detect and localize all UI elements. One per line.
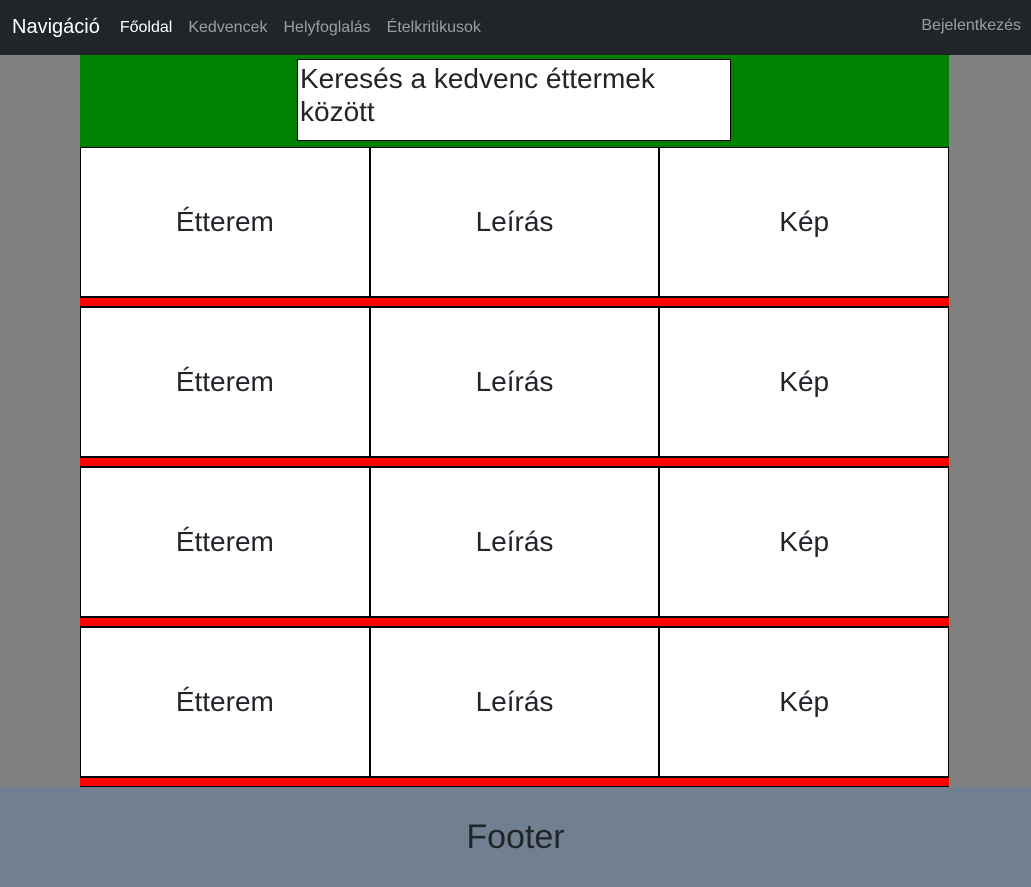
- row-separator: [80, 457, 949, 467]
- search-input[interactable]: Keresés a kedvenc éttermek között: [297, 59, 731, 141]
- image-cell: Kép: [659, 147, 950, 297]
- image-cell: Kép: [659, 467, 950, 617]
- description-cell: Leírás: [369, 147, 660, 297]
- row-separator: [80, 617, 949, 627]
- description-cell: Leírás: [369, 467, 660, 617]
- table-row: Étterem Leírás Kép: [80, 147, 950, 297]
- navbar: Navigáció Főoldal Kedvencek Helyfoglalás…: [0, 0, 1031, 55]
- nav-link-food-critics[interactable]: Ételkritikusok: [387, 19, 481, 37]
- table-row: Étterem Leírás Kép: [80, 307, 950, 457]
- image-cell: Kép: [659, 627, 950, 777]
- main-content: Keresés a kedvenc éttermek között Éttere…: [80, 55, 950, 787]
- table-row: Étterem Leírás Kép: [80, 627, 950, 777]
- search-header: Keresés a kedvenc éttermek között: [80, 55, 949, 147]
- table-row: Étterem Leírás Kép: [80, 467, 950, 617]
- description-cell: Leírás: [369, 307, 660, 457]
- restaurant-cell: Étterem: [80, 307, 370, 457]
- restaurant-cell: Étterem: [80, 627, 370, 777]
- restaurant-cell: Étterem: [80, 467, 370, 617]
- footer-text: Footer: [466, 817, 565, 856]
- row-separator: [80, 297, 949, 307]
- row-separator: [80, 777, 949, 787]
- nav-link-home[interactable]: Főoldal: [120, 19, 172, 37]
- description-cell: Leírás: [369, 627, 660, 777]
- nav-link-reservation[interactable]: Helyfoglalás: [283, 19, 370, 37]
- navbar-brand[interactable]: Navigáció: [12, 16, 100, 39]
- nav-link-login[interactable]: Bejelentkezés: [921, 17, 1021, 35]
- nav-link-favorites[interactable]: Kedvencek: [188, 19, 267, 37]
- footer: Footer: [0, 787, 1031, 887]
- image-cell: Kép: [659, 307, 950, 457]
- restaurant-cell: Étterem: [80, 147, 370, 297]
